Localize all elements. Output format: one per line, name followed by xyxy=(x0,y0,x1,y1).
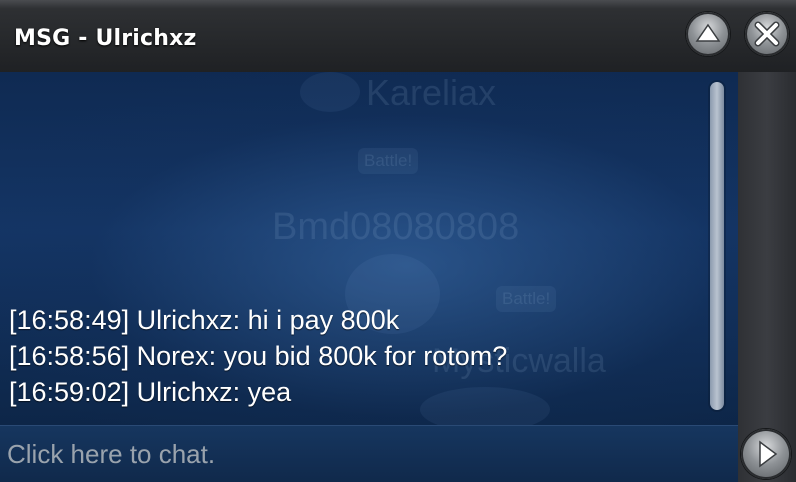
title-bar[interactable]: MSG - Ulrichxz xyxy=(0,0,796,72)
background-player-name: Bmd08080808 xyxy=(272,206,520,248)
chat-message: [16:58:49] Ulrichxz: hi i pay 800k xyxy=(9,305,400,335)
window-frame-right xyxy=(738,72,796,482)
close-x-icon xyxy=(754,21,780,47)
chat-message: [16:59:02] Ulrichxz: yea xyxy=(9,377,292,407)
collapse-button[interactable] xyxy=(686,12,730,56)
chat-input-bar xyxy=(0,425,738,482)
message-window: MSG - Ulrichxz Kareliax Battle! Bmd08080… xyxy=(0,0,796,482)
message-list: [16:58:49] Ulrichxz: hi i pay 800k [16:5… xyxy=(9,302,699,410)
window-title: MSG - Ulrichxz xyxy=(14,26,197,51)
background-player-name: Kareliax xyxy=(366,72,497,113)
close-button[interactable] xyxy=(745,12,789,56)
send-button[interactable] xyxy=(741,429,791,479)
scrollbar-thumb[interactable] xyxy=(710,82,724,410)
play-arrow-icon xyxy=(759,440,778,468)
triangle-up-icon xyxy=(695,23,721,42)
chat-log[interactable]: Kareliax Battle! Bmd08080808 Battle! Mys… xyxy=(0,72,738,426)
chat-input[interactable] xyxy=(0,426,730,482)
chat-message: [16:58:56] Norex: you bid 800k for rotom… xyxy=(9,341,508,371)
chat-scrollbar[interactable] xyxy=(708,80,726,412)
background-battle-badge: Battle! xyxy=(358,148,419,174)
background-sprite xyxy=(300,72,360,112)
